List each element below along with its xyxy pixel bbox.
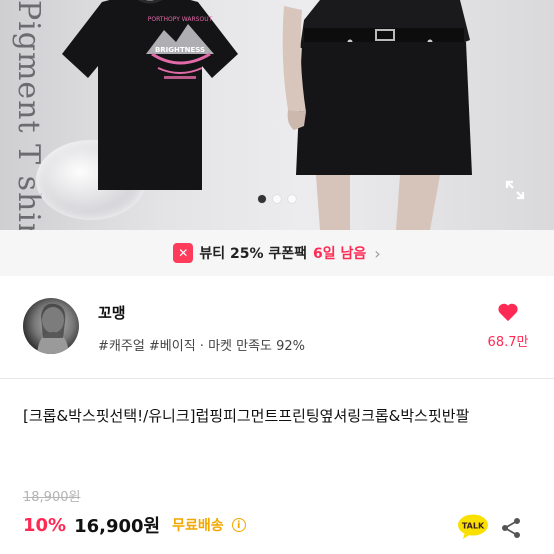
- free-shipping-label: 무료배송: [172, 518, 224, 534]
- coupon-icon: ✕: [173, 243, 194, 263]
- carousel-dot-active[interactable]: [258, 195, 266, 203]
- heart-icon: [498, 303, 518, 322]
- seller-avatar[interactable]: [23, 298, 79, 354]
- coupon-days-left: 6일 남음: [313, 246, 367, 262]
- seller-section: 꼬맹 #캐주얼 #베이직 · 마켓 만족도 92% 68.7만: [0, 292, 554, 364]
- seller-tags: #캐주얼 #베이직 · 마켓 만족도 92%: [98, 339, 306, 354]
- share-icon[interactable]: [500, 517, 522, 539]
- print-mid-text: BRIGHTNESS: [155, 46, 205, 54]
- carousel-pagination: [0, 195, 554, 203]
- talk-label: TALK: [462, 522, 485, 531]
- kakao-talk-icon[interactable]: TALK: [457, 514, 489, 540]
- section-divider: [0, 378, 554, 379]
- product-title: [크롭&박스핏선택!/유니크]럽핑피그먼트프린팅옆셔링크롭&박스핏반팔: [23, 407, 470, 425]
- original-price: 18,900원: [23, 490, 81, 505]
- carousel-dot[interactable]: [273, 195, 281, 203]
- sale-price: 16,900원: [74, 516, 161, 537]
- print-top-text: PORTHOPY WARSOUT: [148, 16, 213, 23]
- seller-name[interactable]: 꼬맹: [98, 302, 126, 323]
- tshirt-print-graphic: PORTHOPY WARSOUT BRIGHTNESS: [146, 16, 214, 79]
- coupon-banner[interactable]: ✕ 뷰티 25% 쿠폰팩 6일 남음 ›: [0, 230, 554, 276]
- product-image-carousel[interactable]: Pigment T shirt PORTHOPY WARSOUT BRIGHTN…: [0, 0, 554, 230]
- expand-icon[interactable]: [503, 178, 527, 202]
- like-count: 68.7만: [487, 335, 529, 350]
- carousel-dot[interactable]: [288, 195, 296, 203]
- avatar-image: [37, 303, 69, 354]
- price-row: 10% 16,900원 무료배송 i: [23, 512, 246, 538]
- like-button[interactable]: 68.7만: [482, 302, 534, 350]
- chevron-right-icon: ›: [374, 243, 381, 263]
- info-icon[interactable]: i: [231, 518, 246, 532]
- discount-rate: 10%: [23, 514, 67, 536]
- coupon-text: 뷰티 25% 쿠폰팩: [199, 246, 307, 262]
